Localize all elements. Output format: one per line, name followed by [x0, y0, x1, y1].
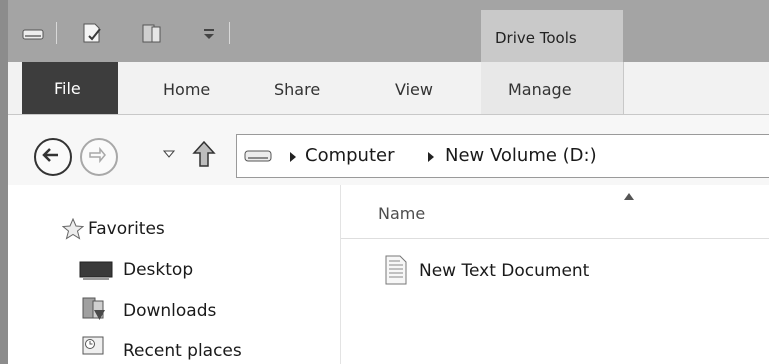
qat-separator — [56, 22, 57, 44]
nav-favorites[interactable]: Favorites — [88, 219, 165, 239]
up-icon[interactable] — [192, 139, 216, 169]
breadcrumb-separator-icon[interactable] — [289, 152, 297, 162]
properties-icon[interactable] — [80, 21, 104, 45]
window-border — [0, 0, 8, 364]
forward-icon — [89, 146, 106, 164]
ribbon-tab-bar — [8, 62, 769, 115]
sort-ascending-icon — [624, 193, 634, 200]
tab-file-label: File — [54, 79, 81, 98]
breadcrumb-computer[interactable]: Computer — [305, 145, 394, 166]
back-icon — [42, 148, 58, 162]
star-icon — [62, 218, 84, 240]
explorer-window: Drive Tools File Home Share View Manage … — [0, 0, 769, 364]
customize-qat-icon[interactable] — [200, 24, 218, 42]
nav-item-downloads[interactable]: Downloads — [123, 301, 216, 321]
nav-item-desktop[interactable]: Desktop — [123, 260, 193, 280]
forward-button[interactable] — [80, 138, 118, 176]
title-bar — [8, 0, 769, 62]
recent-places-icon — [82, 336, 104, 355]
tab-view[interactable]: View — [395, 80, 433, 99]
drive-icon[interactable] — [22, 27, 44, 41]
new-folder-icon[interactable] — [140, 21, 164, 45]
downloads-icon — [82, 297, 105, 320]
text-document-icon — [385, 255, 407, 285]
qat-separator — [229, 22, 230, 44]
tab-file[interactable]: File — [22, 62, 118, 114]
column-header-name[interactable]: Name — [378, 204, 425, 223]
file-name[interactable]: New Text Document — [419, 261, 589, 281]
breadcrumb-separator-icon[interactable] — [427, 152, 435, 162]
tab-manage[interactable]: Manage — [508, 80, 572, 99]
desktop-icon — [79, 261, 113, 280]
recent-locations-icon[interactable] — [163, 150, 175, 158]
breadcrumb-new-volume[interactable]: New Volume (D:) — [445, 145, 597, 166]
drive-icon — [244, 150, 272, 162]
nav-item-recent-places[interactable]: Recent places — [123, 341, 242, 361]
back-button[interactable] — [34, 138, 72, 176]
contextual-tab-group-label: Drive Tools — [495, 29, 577, 47]
tab-share[interactable]: Share — [274, 80, 320, 99]
tab-home[interactable]: Home — [163, 80, 210, 99]
